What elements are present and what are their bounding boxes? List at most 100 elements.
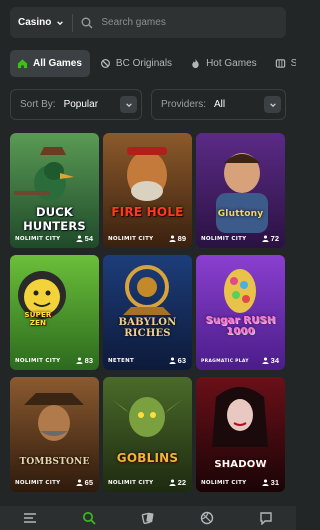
player-count: 89	[169, 234, 186, 243]
provider-label: NOLIMIT CITY	[15, 358, 61, 364]
search-input[interactable]	[101, 17, 286, 28]
user-icon	[169, 235, 176, 242]
sort-by-dropdown-button[interactable]	[120, 96, 137, 113]
category-tabs: All Games BC Originals Hot Games Sl	[10, 50, 296, 77]
game-thumbnail	[103, 133, 192, 248]
bc-originals-icon	[100, 59, 110, 68]
user-icon	[262, 235, 269, 242]
tab-label: Hot Games	[206, 58, 257, 69]
tab-hot-games[interactable]: Hot Games	[182, 50, 265, 77]
player-count: 22	[169, 478, 186, 487]
sort-by-label: Sort By:	[20, 99, 56, 110]
nav-sports[interactable]	[192, 506, 222, 530]
game-card-gluttony[interactable]: Gluttony NOLIMIT CITY 72	[196, 133, 285, 248]
game-card-fire-hole[interactable]: FIRE HOLE NOLIMIT CITY 89	[103, 133, 192, 248]
sports-ball-icon	[200, 511, 214, 525]
game-title: TOMBSTONE	[19, 457, 90, 467]
providers-select[interactable]: Providers: All	[151, 89, 286, 120]
player-count-value: 34	[270, 356, 279, 365]
game-thumbnail	[10, 377, 99, 492]
providers-value: All	[214, 99, 226, 110]
player-count: 31	[262, 478, 279, 487]
search-box[interactable]	[73, 17, 286, 29]
provider-label: NOLIMIT CITY	[201, 236, 247, 242]
casino-search-icon	[82, 512, 96, 525]
player-count: 63	[169, 356, 186, 365]
game-thumbnail	[103, 377, 192, 492]
search-icon	[81, 17, 93, 28]
bottom-navigation	[0, 506, 296, 530]
tab-label: BC Originals	[115, 58, 173, 69]
user-icon	[169, 357, 176, 364]
provider-label: PRAGMATIC PLAY	[201, 359, 249, 364]
player-count: 34	[262, 356, 279, 365]
slots-icon	[275, 59, 285, 68]
game-title: DUCK HUNTERS	[23, 205, 86, 233]
player-count: 72	[262, 234, 279, 243]
player-count-value: 22	[177, 478, 186, 487]
sort-by-select[interactable]: Sort By: Popular	[10, 89, 142, 120]
chevron-down-icon	[269, 102, 276, 107]
game-thumbnail	[196, 255, 285, 370]
nav-casino[interactable]	[74, 506, 104, 530]
chat-icon	[260, 512, 273, 525]
menu-icon	[23, 513, 36, 523]
user-icon	[76, 357, 83, 364]
player-count-value: 31	[270, 478, 279, 487]
player-count-value: 83	[84, 356, 93, 365]
user-icon	[262, 357, 269, 364]
sort-by-value: Popular	[63, 99, 99, 110]
game-grid: DUCK HUNTERS NOLIMIT CITY 54 FIRE HOLE N…	[10, 133, 286, 513]
game-card-goblins[interactable]: GOBLINS NOLIMIT CITY 22	[103, 377, 192, 492]
player-count-value: 89	[177, 234, 186, 243]
game-card-babylon-riches[interactable]: BABYLON RICHES NETENT 63	[103, 255, 192, 370]
category-select-label: Casino	[18, 17, 52, 28]
game-title: BABYLON RICHES	[118, 317, 177, 339]
player-count-value: 72	[270, 234, 279, 243]
home-icon	[17, 59, 28, 69]
flame-icon	[192, 58, 199, 69]
provider-label: NOLIMIT CITY	[108, 480, 154, 486]
player-count-value: 63	[177, 356, 186, 365]
game-thumbnail	[196, 377, 285, 492]
game-card-sugar-rush-1000[interactable]: Sugar RUSH 1000 PRAGMATIC PLAY 34	[196, 255, 285, 370]
user-icon	[76, 235, 83, 242]
tab-bc-originals[interactable]: BC Originals	[92, 50, 180, 77]
nav-chat[interactable]	[251, 506, 281, 530]
player-count-value: 65	[84, 478, 93, 487]
top-search-bar: Casino	[10, 7, 286, 38]
game-card-duck-hunters[interactable]: DUCK HUNTERS NOLIMIT CITY 54	[10, 133, 99, 248]
game-title: SUPER ZEN	[24, 311, 52, 327]
provider-label: NOLIMIT CITY	[15, 480, 61, 486]
provider-label: NETENT	[108, 358, 135, 364]
user-icon	[169, 479, 176, 486]
chevron-down-icon	[125, 102, 132, 107]
provider-label: NOLIMIT CITY	[108, 236, 154, 242]
provider-label: NOLIMIT CITY	[201, 480, 247, 486]
tab-slots[interactable]: Sl	[267, 50, 296, 77]
providers-label: Providers:	[161, 99, 207, 110]
game-title: FIRE HOLE	[111, 205, 184, 219]
tab-label: All Games	[33, 58, 82, 69]
game-title: Gluttony	[217, 209, 264, 219]
game-thumbnail	[196, 133, 285, 248]
game-title: SHADOW	[214, 459, 267, 470]
game-card-tombstone[interactable]: TOMBSTONE NOLIMIT CITY 65	[10, 377, 99, 492]
game-card-shadow[interactable]: SHADOW NOLIMIT CITY 31	[196, 377, 285, 492]
player-count: 83	[76, 356, 93, 365]
user-icon	[76, 479, 83, 486]
providers-dropdown-button[interactable]	[264, 96, 281, 113]
nav-cards[interactable]	[133, 506, 163, 530]
user-icon	[262, 479, 269, 486]
nav-menu[interactable]	[15, 506, 45, 530]
player-count: 65	[76, 478, 93, 487]
player-count-value: 54	[84, 234, 93, 243]
provider-label: NOLIMIT CITY	[15, 236, 61, 242]
category-select[interactable]: Casino	[10, 7, 72, 38]
game-card-super-zen[interactable]: SUPER ZEN NOLIMIT CITY 83	[10, 255, 99, 370]
game-thumbnail	[103, 255, 192, 370]
chevron-down-icon	[57, 20, 64, 25]
game-title: Sugar RUSH 1000	[205, 315, 276, 337]
player-count: 54	[76, 234, 93, 243]
tab-all-games[interactable]: All Games	[10, 50, 90, 77]
